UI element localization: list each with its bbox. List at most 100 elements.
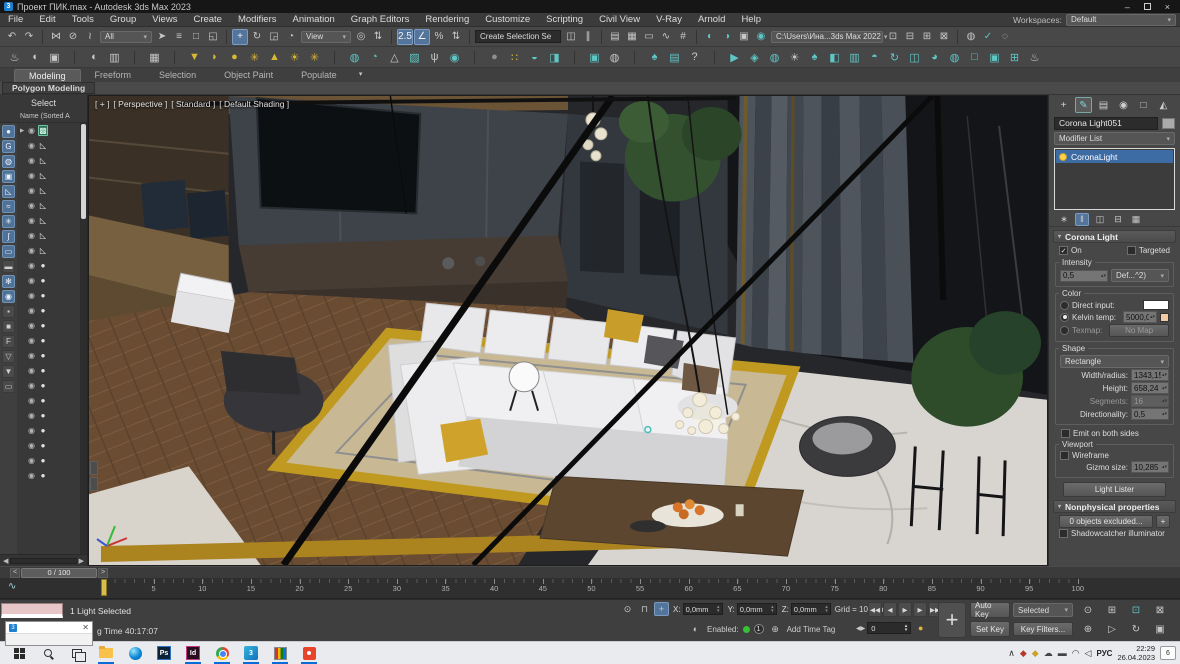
page-flip-icon[interactable]: ◧ <box>826 49 843 66</box>
remove-modifier-icon[interactable]: ⊟ <box>1111 213 1125 226</box>
viewport-canvas[interactable]: [ + ] [ Perspective ] [ Standard ] [ Def… <box>88 95 1048 566</box>
menu-item[interactable]: Edit <box>31 14 63 25</box>
explorer-row[interactable]: ◉◺ <box>17 228 80 243</box>
uac-shield-icon[interactable]: ◆ <box>1032 648 1039 659</box>
filter-spacewarps-icon[interactable]: ≈ <box>2 200 15 213</box>
unlink-selection-icon[interactable]: ⊘ <box>65 29 81 45</box>
defender-shield-icon[interactable]: ◆ <box>1020 648 1027 659</box>
edge-app[interactable] <box>124 642 146 664</box>
previous-frame-button[interactable]: ◀ <box>883 602 897 617</box>
camera-track-icon[interactable]: ▶ <box>726 49 743 66</box>
corona-teapot-icon[interactable]: ♨ <box>6 49 23 66</box>
menu-item[interactable]: File <box>0 14 31 25</box>
prev-frame-arrow[interactable]: < <box>10 568 20 578</box>
reference-coordinate-dropdown[interactable]: View▾ <box>301 31 351 43</box>
vray-dome-light-icon[interactable]: ◗ <box>206 49 223 66</box>
ribbon-tab[interactable]: Object Paint <box>210 69 287 82</box>
use-pivot-center-icon[interactable]: ◎ <box>353 29 369 45</box>
menu-item[interactable]: Customize <box>477 14 538 25</box>
vray-light-icon[interactable]: ▼ <box>186 49 203 66</box>
animation-toggle-icon[interactable]: ◐ <box>688 622 703 636</box>
tree-icon[interactable]: ♠ <box>806 49 823 66</box>
select-and-manipulate-icon[interactable]: ⇅ <box>370 29 386 45</box>
funnel-icon[interactable]: ▼ <box>2 365 15 378</box>
explorer-row[interactable]: ◉◺ <box>17 138 80 153</box>
vray-frame-buffer-icon[interactable]: ▣ <box>586 49 603 66</box>
render-setup-icon[interactable]: ◑ <box>719 29 735 45</box>
photoshop-app[interactable]: Ps <box>153 642 175 664</box>
segments-spinner[interactable]: 16▴▾ <box>1131 395 1169 407</box>
corona-light-icon[interactable]: ◐ <box>86 49 103 66</box>
explorer-row[interactable]: ◉◺ <box>17 243 80 258</box>
explorer-column-header[interactable]: Name (Sorted A <box>0 110 87 123</box>
play-box-icon[interactable]: ▣ <box>986 49 1003 66</box>
targeted-checkbox[interactable]: Targeted <box>1127 246 1170 255</box>
modifier-list-dropdown[interactable]: Modifier List▾ <box>1054 132 1175 145</box>
railclone-list-icon[interactable]: ▤ <box>666 49 683 66</box>
transform-gizmo-icon[interactable]: + <box>654 602 669 616</box>
rendered-frame-window-icon[interactable]: ▣ <box>736 29 752 45</box>
texmap-radio[interactable]: Texmap: No Map <box>1060 324 1169 337</box>
pan-icon[interactable]: ⊕ <box>1080 621 1096 637</box>
intensity-units-dropdown[interactable]: Def...^2)▾ <box>1111 269 1169 282</box>
help-circle-icon[interactable]: ? <box>686 49 703 66</box>
viewport-menu-renderer[interactable]: [ Standard ] <box>171 99 215 109</box>
arnold-disc-icon[interactable]: ◌ <box>997 29 1013 45</box>
ribbon-tab[interactable]: Modeling <box>14 69 81 82</box>
material-editor-icon[interactable]: ◐ <box>702 29 718 45</box>
explorer-row[interactable]: ◉◺ <box>17 198 80 213</box>
modifier-stack[interactable]: CoronaLight <box>1054 148 1175 210</box>
maximize-viewport-icon[interactable]: ▣ <box>1152 621 1168 637</box>
create-key-button[interactable]: + <box>938 602 966 638</box>
schematic-view-icon[interactable]: # <box>675 29 691 45</box>
menu-item[interactable]: Create <box>185 14 230 25</box>
sun-white-icon[interactable]: ☀ <box>786 49 803 66</box>
named-selection-field[interactable]: Create Selection Se <box>475 30 561 43</box>
key-mode-icon[interactable]: ● <box>913 621 928 635</box>
filter-minus-icon[interactable]: ▬ <box>2 260 15 273</box>
show-end-result-icon[interactable]: ‖ <box>1075 213 1089 226</box>
layers-copy-icon[interactable]: ◫ <box>906 49 923 66</box>
key-mode-dropdown[interactable]: Selected▾ <box>1013 603 1073 617</box>
explorer-row[interactable]: ◉● <box>17 273 80 288</box>
ribbon-config-icon[interactable]: ▾ <box>353 66 369 82</box>
emit-both-sides-checkbox[interactable]: Emit on both sides <box>1049 429 1180 438</box>
mini-curve-editor-icon[interactable]: ∿ <box>8 581 16 592</box>
vray-gray-sphere-icon[interactable]: ● <box>486 49 503 66</box>
undo-icon[interactable]: ↶ <box>4 29 20 45</box>
zoom-extents-icon[interactable]: ⊡ <box>1128 602 1144 618</box>
filter-shapes-icon[interactable]: ◺ <box>2 185 15 198</box>
bind-to-space-warp-icon[interactable]: ≀ <box>82 29 98 45</box>
object-name-field[interactable]: Corona Light051 <box>1054 117 1158 130</box>
render-cloud-icon[interactable]: ⊠ <box>936 29 952 45</box>
language-indicator[interactable]: РУС <box>1096 649 1112 658</box>
indesign-app[interactable]: Id <box>182 642 204 664</box>
filter-all-icon[interactable]: ● <box>2 125 15 138</box>
frame-icon[interactable]: □ <box>966 49 983 66</box>
explorer-row[interactable]: ◉◺ <box>17 168 80 183</box>
explorer-row[interactable]: ▶◉▩ <box>17 123 80 138</box>
pin-stack-icon[interactable]: ∗ <box>1057 213 1071 226</box>
menu-item[interactable]: Views <box>144 14 185 25</box>
input-device-icon[interactable]: ▬ <box>1058 648 1067 658</box>
zoom-all-icon[interactable]: ⊞ <box>1104 602 1120 618</box>
explorer-row[interactable]: ◉● <box>17 303 80 318</box>
wifi-icon[interactable]: ◠ <box>1072 648 1080 659</box>
key-filters-button[interactable]: Key Filters... <box>1013 622 1073 636</box>
layer-manager-icon[interactable]: ▤ <box>607 29 623 45</box>
orbit-icon[interactable]: ↻ <box>1128 621 1144 637</box>
state-sets-icon[interactable]: ◍ <box>963 29 979 45</box>
ribbon-tab[interactable]: Freeform <box>81 69 146 82</box>
time-slider-track[interactable]: < 0 / 100 > <box>0 566 1180 578</box>
render-production-icon[interactable]: ◉ <box>753 29 769 45</box>
refresh-icon[interactable]: ↻ <box>886 49 903 66</box>
file-explorer-app[interactable] <box>95 642 117 664</box>
filter-cameras-icon[interactable]: ▣ <box>2 170 15 183</box>
menu-item[interactable]: Group <box>102 14 144 25</box>
vray-plane-icon[interactable]: △ <box>386 49 403 66</box>
explorer-row[interactable]: ◉● <box>17 333 80 348</box>
vray-sphere-light-icon[interactable]: ● <box>226 49 243 66</box>
corona-light-rollout-header[interactable]: ▾Corona Light <box>1053 230 1176 243</box>
explorer-row[interactable]: ◉● <box>17 423 80 438</box>
make-unique-icon[interactable]: ◫ <box>1093 213 1107 226</box>
